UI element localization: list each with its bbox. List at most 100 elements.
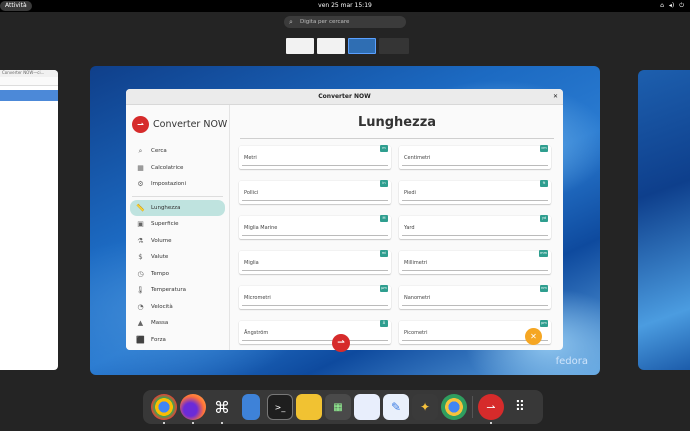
page-title: Lunghezza xyxy=(357,115,437,130)
sidebar-item-calcolatrice[interactable]: ▦ Calcolatrice xyxy=(130,160,225,177)
unit-field-miglia-marine[interactable]: Miglia Marine M xyxy=(239,215,391,239)
sidebar-item-valute[interactable]: $ Valute xyxy=(130,249,225,266)
unit-symbol-badge: yd xyxy=(540,215,548,222)
unit-symbol-badge: nm xyxy=(540,285,548,292)
sidebar-item-label: Massa xyxy=(151,320,169,327)
unit-field-nanometri[interactable]: Nanometri nm xyxy=(399,285,551,309)
flask-icon: ⚗ xyxy=(137,236,144,245)
unit-label: Yard xyxy=(404,225,415,231)
sidebar-item-velocita[interactable]: ◔ Velocità xyxy=(130,299,225,316)
volume-icon: ◂) xyxy=(668,2,675,9)
chrome-dev-icon[interactable] xyxy=(441,394,467,420)
unit-symbol-badge: mm xyxy=(539,250,548,257)
unit-field-metri[interactable]: Metri m xyxy=(239,145,391,169)
firefox-icon[interactable] xyxy=(180,394,206,424)
sidebar-item-label: Impostazioni xyxy=(151,181,187,188)
workspace-thumbnail-3[interactable] xyxy=(348,38,376,54)
logo-text: Converter NOW xyxy=(153,118,228,130)
field-underline xyxy=(402,235,548,236)
unit-field-pollici[interactable]: Pollici in xyxy=(239,180,391,204)
sidebar-item-label: Valute xyxy=(151,254,169,261)
unit-field-millimetri[interactable]: Millimetri mm xyxy=(399,250,551,274)
dock: ⌘ >_ ▦ ✎ ✦ ⇀ ⠿ xyxy=(143,390,543,424)
unit-symbol-badge: µm xyxy=(380,285,388,292)
left-window-toolbar xyxy=(0,77,58,86)
search-input[interactable]: ⌕ Digita per cercare xyxy=(284,16,406,28)
sidebar-divider xyxy=(132,195,223,197)
menu-units: 📏 Lunghezza ▣ Superficie ⚗ Volume $ Valute ◷… xyxy=(126,199,229,349)
sidebar-item-volume[interactable]: ⚗ Volume xyxy=(130,233,225,250)
system-tray[interactable]: ⌂ ◂) ⏻ xyxy=(660,0,684,12)
sidebar-item-impostazioni[interactable]: ⚙ Impostazioni xyxy=(130,176,225,193)
unit-field-miglia[interactable]: Miglia mi xyxy=(239,250,391,274)
search-placeholder: Digita per cercare xyxy=(300,19,350,25)
main-content: Lunghezza Metri m Centimetri cm Pollici in … xyxy=(231,105,563,350)
clock-icon: ◷ xyxy=(137,269,144,278)
clear-fab-button[interactable]: ✕ xyxy=(525,328,542,345)
unit-symbol-badge: cm xyxy=(540,145,548,152)
field-underline xyxy=(242,305,388,306)
workspace-thumbnails xyxy=(286,38,409,54)
workspace-thumbnail-2[interactable] xyxy=(317,38,345,54)
clock[interactable]: ven 25 mar 15:19 xyxy=(0,0,690,12)
sidebar-item-label: Volume xyxy=(151,237,172,244)
search-icon: ⌕ xyxy=(138,146,143,155)
converter-now-window[interactable]: Converter NOW ✕ ⇀ Converter NOW ⌕ Cerca ▦… xyxy=(126,89,563,350)
calculator-icon: ▦ xyxy=(137,163,144,172)
sidebar-item-superficie[interactable]: ▣ Superficie xyxy=(130,216,225,233)
force-icon: ⬛ xyxy=(136,335,145,344)
sidebar-item-lunghezza[interactable]: 📏 Lunghezza xyxy=(130,199,225,216)
window-title: Converter NOW xyxy=(318,93,371,100)
close-icon[interactable]: ✕ xyxy=(553,89,558,105)
toolbox-icon[interactable]: ✦ xyxy=(412,394,438,420)
unit-label: Pollici xyxy=(244,190,259,196)
sidebar-item-label: Velocità xyxy=(151,303,173,310)
sidebar-item-massa[interactable]: ▲ Massa xyxy=(130,315,225,332)
field-underline xyxy=(402,305,548,306)
unit-symbol-badge: mi xyxy=(380,250,388,257)
workspace-thumbnail-1[interactable] xyxy=(286,38,314,54)
right-workspace-preview[interactable] xyxy=(638,70,690,370)
terminal-icon[interactable]: >_ xyxy=(267,394,293,420)
calculator-icon[interactable]: ▦ xyxy=(325,394,351,420)
notes-icon[interactable] xyxy=(354,394,380,420)
converter-now-dock-icon[interactable]: ⇀ xyxy=(478,394,504,424)
left-window-preview[interactable]: Converter NOW—ci... xyxy=(0,70,58,370)
sidebar-item-temperatura[interactable]: 🌡 Temperatura xyxy=(130,282,225,299)
workspace-thumbnail-4[interactable] xyxy=(379,38,409,54)
unit-symbol-badge: Å xyxy=(380,320,388,327)
app-grid-icon[interactable]: ⠿ xyxy=(507,394,533,420)
files-icon[interactable] xyxy=(242,394,260,420)
inkscape-icon[interactable]: ⌘ xyxy=(209,394,235,424)
converter-logo-icon: ⇀ xyxy=(132,115,149,133)
area-icon: ▣ xyxy=(137,220,144,229)
unit-label: Miglia xyxy=(244,260,259,266)
unit-symbol-badge: m xyxy=(380,145,388,152)
network-icon: ⌂ xyxy=(660,2,664,9)
chrome-icon[interactable] xyxy=(151,394,177,424)
clear-icon: ✕ xyxy=(530,332,537,341)
unit-field-centimetri[interactable]: Centimetri cm xyxy=(399,145,551,169)
text-editor-icon[interactable]: ✎ xyxy=(383,394,409,420)
sidebar-item-forza[interactable]: ⬛ Forza xyxy=(130,332,225,349)
unit-field-micrometri[interactable]: Micrometri µm xyxy=(239,285,391,309)
left-window-title: Converter NOW—ci... xyxy=(0,70,58,77)
unit-field-angstrom[interactable]: Ångström Å xyxy=(239,320,391,344)
unit-label: Millimetri xyxy=(404,260,428,266)
unit-symbol-badge: M xyxy=(380,215,388,222)
unit-field-piedi[interactable]: Piedi ft xyxy=(399,180,551,204)
mail-icon[interactable] xyxy=(296,394,322,420)
dock-separator xyxy=(472,396,473,418)
title-divider xyxy=(240,138,554,139)
field-underline xyxy=(402,200,548,201)
fedora-logo: fedora xyxy=(555,356,588,367)
unit-label: Piedi xyxy=(404,190,416,196)
field-underline xyxy=(242,200,388,201)
field-underline xyxy=(402,270,548,271)
sidebar-item-cerca[interactable]: ⌕ Cerca xyxy=(130,143,225,160)
sidebar-item-label: Superficie xyxy=(151,221,179,228)
sidebar-item-label: Temperatura xyxy=(151,287,186,294)
unit-field-yard[interactable]: Yard yd xyxy=(399,215,551,239)
sidebar-item-tempo[interactable]: ◷ Tempo xyxy=(130,266,225,283)
field-underline xyxy=(402,165,548,166)
